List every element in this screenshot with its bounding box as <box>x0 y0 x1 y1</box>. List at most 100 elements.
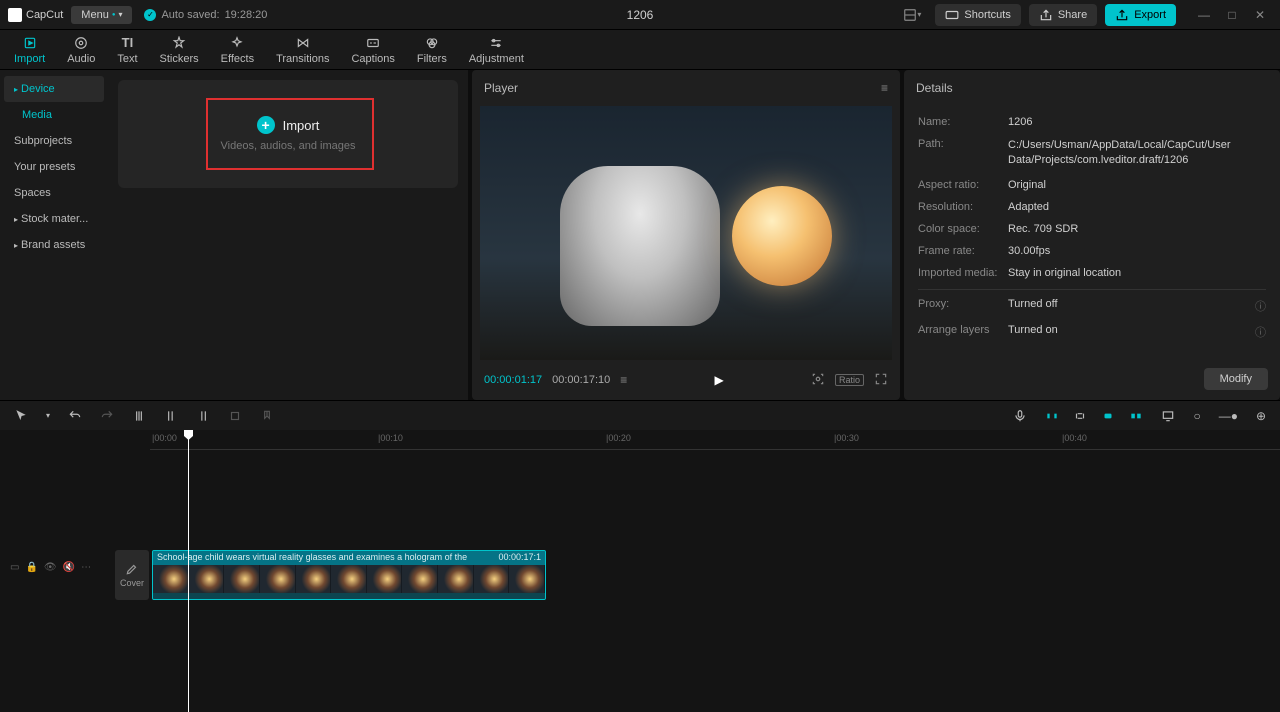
info-icon[interactable]: ⓘ <box>1255 298 1266 314</box>
import-dropzone[interactable]: + Import Videos, audios, and images <box>118 80 458 188</box>
detail-label: Resolution: <box>918 201 1008 213</box>
detail-label: Arrange layers <box>918 324 1008 340</box>
detail-label: Name: <box>918 116 1008 128</box>
clip-name: School-age child wears virtual reality g… <box>157 552 467 564</box>
trim-left-tool[interactable] <box>160 407 182 425</box>
sidebar-item-spaces[interactable]: Spaces <box>4 180 104 206</box>
tab-stickers[interactable]: Stickers <box>156 33 203 67</box>
detail-value: Rec. 709 SDR <box>1008 223 1266 235</box>
transitions-icon <box>294 35 312 51</box>
details-title: Details <box>916 81 953 95</box>
detail-value: Turned on <box>1008 324 1255 340</box>
track-controls[interactable]: ▭ 🔒 👁 🔇 ⋯ <box>10 562 91 573</box>
fullscreen-icon[interactable] <box>874 372 888 389</box>
layout-icon[interactable]: ▾ <box>897 5 927 25</box>
stickers-icon <box>170 35 188 51</box>
check-icon: ✓ <box>144 9 156 21</box>
player-title: Player <box>484 81 518 95</box>
export-icon <box>1115 8 1129 22</box>
tab-text[interactable]: TI Text <box>113 33 141 67</box>
sidebar-item-media[interactable]: Media <box>4 102 104 128</box>
snap-tool[interactable] <box>1097 407 1119 425</box>
mute-icon[interactable]: 🔇 <box>63 562 75 573</box>
eye-icon[interactable]: 👁 <box>44 562 57 573</box>
sidebar-item-subprojects[interactable]: Subprojects <box>4 128 104 154</box>
total-time: 00:00:17:10 <box>552 374 610 386</box>
track-toggle-icon[interactable]: ▭ <box>10 562 19 573</box>
detail-value: Turned off <box>1008 298 1255 314</box>
tool-dropdown-icon[interactable]: ▾ <box>42 409 54 422</box>
ratio-button[interactable]: Ratio <box>835 374 864 386</box>
keyboard-icon <box>945 8 959 22</box>
sidebar-item-presets[interactable]: Your presets <box>4 154 104 180</box>
detail-label: Imported media: <box>918 267 1008 279</box>
link-tool[interactable] <box>1069 407 1091 425</box>
export-button[interactable]: Export <box>1105 4 1176 26</box>
text-icon: TI <box>118 35 136 51</box>
audio-icon <box>72 35 90 51</box>
mic-icon[interactable] <box>1009 407 1031 425</box>
marker-tool[interactable] <box>256 407 278 425</box>
sidebar-item-stock[interactable]: ▸Stock mater... <box>4 206 104 232</box>
sidebar-item-device[interactable]: ▸Device <box>4 76 104 102</box>
main-tabs: Import Audio TI Text Stickers Effects Tr… <box>0 30 1280 70</box>
magnet-tool[interactable] <box>1041 407 1063 425</box>
tab-captions[interactable]: Captions <box>347 33 398 67</box>
preview-tool[interactable] <box>1125 407 1147 425</box>
detail-label: Proxy: <box>918 298 1008 314</box>
tab-audio[interactable]: Audio <box>63 33 99 67</box>
split-tool[interactable] <box>128 407 150 425</box>
modify-button[interactable]: Modify <box>1204 368 1268 390</box>
tab-transitions[interactable]: Transitions <box>272 33 333 67</box>
detail-label: Aspect ratio: <box>918 179 1008 191</box>
zoom-out-icon[interactable]: ○ <box>1189 407 1204 425</box>
maximize-button[interactable]: □ <box>1220 3 1244 27</box>
sidebar-item-brand[interactable]: ▸Brand assets <box>4 232 104 258</box>
lock-icon[interactable]: 🔒 <box>25 562 37 573</box>
detail-value: Adapted <box>1008 201 1266 213</box>
adjustment-icon <box>487 35 505 51</box>
tab-effects[interactable]: Effects <box>217 33 258 67</box>
tab-filters[interactable]: Filters <box>413 33 451 67</box>
autosave-status: ✓ Auto saved: 19:28:20 <box>144 9 267 21</box>
trim-right-tool[interactable] <box>192 407 214 425</box>
redo-button[interactable] <box>96 407 118 425</box>
minimize-button[interactable]: — <box>1192 3 1216 27</box>
menu-button[interactable]: Menu●▾ <box>71 6 132 24</box>
media-panel: ▸Device Media Subprojects Your presets S… <box>0 70 468 400</box>
import-icon <box>21 35 39 51</box>
tab-import[interactable]: Import <box>10 33 49 67</box>
scan-icon[interactable] <box>811 372 825 389</box>
pencil-icon <box>125 562 139 576</box>
logo-icon <box>8 8 22 22</box>
zoom-slider[interactable]: —● <box>1215 407 1242 425</box>
detail-value: 30.00fps <box>1008 245 1266 257</box>
zoom-fit-icon[interactable]: ⊕ <box>1252 407 1270 425</box>
detail-value: Stay in original location <box>1008 267 1266 279</box>
clip-audio-waveform <box>153 593 545 599</box>
timeline-ruler[interactable]: |00:00 |00:10 |00:20 |00:30 |00:40 <box>150 430 1280 450</box>
detail-label: Frame rate: <box>918 245 1008 257</box>
tab-adjustment[interactable]: Adjustment <box>465 33 528 67</box>
close-button[interactable]: ✕ <box>1248 3 1272 27</box>
playhead[interactable] <box>188 430 189 712</box>
player-menu-icon[interactable]: ≡ <box>881 81 888 95</box>
media-sidebar: ▸Device Media Subprojects Your presets S… <box>0 70 108 400</box>
share-icon <box>1039 8 1053 22</box>
info-icon[interactable]: ⓘ <box>1255 324 1266 340</box>
delete-tool[interactable] <box>224 407 246 425</box>
shortcuts-button[interactable]: Shortcuts <box>935 4 1020 26</box>
play-button[interactable]: ▶ <box>715 373 724 387</box>
cover-button[interactable]: Cover <box>115 550 149 600</box>
detail-label: Color space: <box>918 223 1008 235</box>
pointer-tool[interactable] <box>10 407 32 425</box>
share-button[interactable]: Share <box>1029 4 1097 26</box>
undo-button[interactable] <box>64 407 86 425</box>
screen-tool[interactable] <box>1157 407 1179 425</box>
more-icon[interactable]: ⋯ <box>81 562 91 573</box>
list-icon[interactable]: ≡ <box>620 373 627 387</box>
video-clip[interactable]: School-age child wears virtual reality g… <box>152 550 546 600</box>
video-preview[interactable] <box>480 106 892 360</box>
timeline[interactable]: |00:00 |00:10 |00:20 |00:30 |00:40 ▭ 🔒 👁… <box>0 430 1280 712</box>
effects-icon <box>228 35 246 51</box>
